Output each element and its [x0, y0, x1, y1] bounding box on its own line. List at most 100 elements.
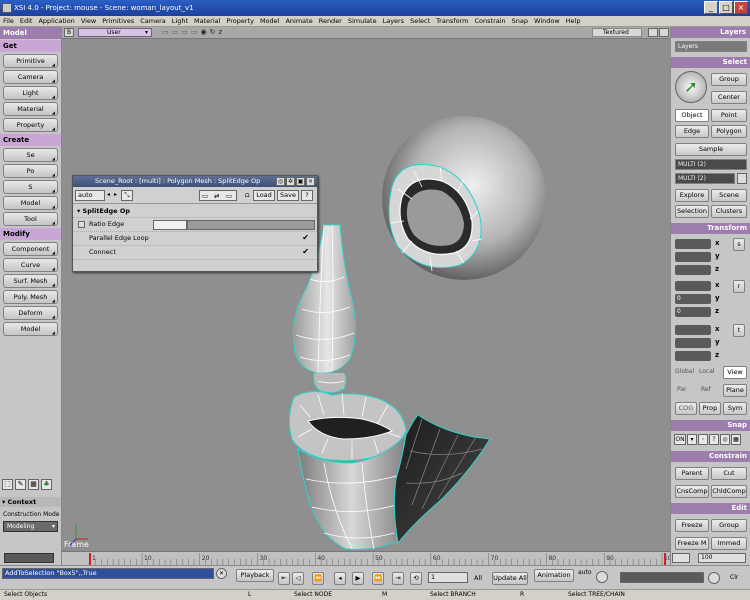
group-button[interactable]: Group	[711, 73, 747, 86]
edge-button[interactable]: Edge	[675, 125, 709, 138]
create-button-3[interactable]: S	[3, 180, 58, 194]
viewport-maximize-icon[interactable]	[648, 28, 658, 37]
timeline[interactable]: 1102030405060708090100	[62, 551, 670, 565]
scene-view[interactable]: Frame	[62, 39, 670, 551]
timeline-playhead[interactable]	[89, 553, 91, 565]
component-button[interactable]: Component	[3, 242, 58, 256]
select-arrow-icon[interactable]: ➚	[675, 71, 707, 103]
ppg-toggle-group[interactable]: ▭ ⇄ ▭	[199, 190, 237, 201]
global-option[interactable]: Global	[675, 368, 694, 375]
snap-on-button[interactable]: ON	[674, 434, 686, 445]
par-option[interactable]: Par	[677, 386, 687, 393]
viewport[interactable]: B User ▾ ▭ ▭ ▭ ▭ ◉ ↻ z Textured Frame Sc…	[62, 27, 670, 551]
primitive-button[interactable]: Primitive	[3, 54, 58, 68]
selection-field-icon[interactable]	[737, 173, 747, 184]
ppg-toggle-b-icon[interactable]: ⇄	[214, 192, 219, 200]
maximize-button[interactable]: □	[719, 1, 733, 14]
pan-icon[interactable]: ▭	[172, 28, 179, 36]
menu-transform[interactable]: Transform	[436, 17, 468, 25]
frame-icon[interactable]: ▭	[191, 28, 198, 36]
create-button-1[interactable]: Se	[3, 148, 58, 162]
menu-light[interactable]: Light	[172, 17, 188, 25]
ppg-close-icon[interactable]: ×	[306, 177, 315, 186]
clear-label[interactable]: Clr	[730, 574, 738, 581]
rotate-z-field[interactable]: 0	[675, 307, 711, 317]
camera-select[interactable]: User ▾	[78, 28, 152, 37]
snap-vertex-icon[interactable]: ◦	[698, 434, 708, 445]
layer-select[interactable]: Layers	[675, 41, 747, 52]
surf-mesh-button[interactable]: Surf. Mesh	[3, 274, 58, 288]
scale-button[interactable]: s	[733, 238, 745, 251]
zoom-z-icon[interactable]: z	[218, 28, 222, 36]
ppg-toggle-a-icon[interactable]: ▭	[202, 192, 208, 200]
curve-button[interactable]: Curve	[3, 258, 58, 272]
prev-frame-button[interactable]: ◂	[334, 572, 346, 585]
rotate-icon[interactable]: ↻	[210, 28, 216, 36]
immed-button[interactable]: Immed	[711, 537, 747, 550]
menu-view[interactable]: View	[81, 17, 96, 25]
snap-surface-icon[interactable]: ◎	[720, 434, 730, 445]
ratio-animate-icon[interactable]	[78, 221, 85, 228]
chldcomp-button[interactable]: ChldComp	[711, 485, 747, 498]
all-label[interactable]: All	[474, 574, 482, 582]
menu-window[interactable]: Window	[534, 17, 560, 25]
first-frame-button[interactable]: ⇤	[278, 572, 290, 585]
menu-material[interactable]: Material	[194, 17, 220, 25]
model-toolbar-tab[interactable]: Model	[0, 27, 61, 39]
rotate-y-field[interactable]: 0	[675, 294, 711, 304]
rewind-button[interactable]: ⏪	[312, 572, 324, 585]
display-mode-select[interactable]: Textured	[592, 28, 642, 37]
scene-button[interactable]: Scene	[711, 189, 747, 202]
cog-button[interactable]: COG	[675, 402, 697, 415]
scale-z-field[interactable]	[675, 265, 711, 275]
parent-button[interactable]: Parent	[675, 467, 709, 480]
object-button[interactable]: Object	[675, 109, 709, 122]
ratio-edge-slider[interactable]	[187, 220, 315, 230]
auto-key-label[interactable]: auto	[578, 569, 592, 576]
ratio-edge-value[interactable]	[153, 220, 187, 230]
mouth-mesh[interactable]	[288, 391, 407, 550]
animation-option-icon[interactable]	[708, 572, 720, 584]
rotate-x-field[interactable]	[675, 281, 711, 291]
viewport-close-icon[interactable]	[659, 28, 669, 37]
auto-select[interactable]: auto	[75, 190, 105, 201]
parallel-edge-loop-checkbox[interactable]: ✔	[302, 233, 309, 242]
viewport-menu-icon[interactable]: B	[64, 28, 74, 37]
script-command-line[interactable]: AddToSelection "Box5",,True	[2, 568, 214, 579]
cnscomp-button[interactable]: CnsComp	[675, 485, 709, 498]
construction-mode-select[interactable]: Modeling ▾	[3, 521, 58, 532]
last-frame-button[interactable]: ⇥	[392, 572, 404, 585]
timeline-range-icon[interactable]	[672, 553, 690, 563]
tool-button[interactable]: Tool	[3, 212, 58, 226]
poly-mesh-button[interactable]: Poly. Mesh	[3, 290, 58, 304]
palette-icon[interactable]: ⬚	[2, 479, 13, 490]
animation-value-field[interactable]	[620, 572, 704, 583]
freeze-m-button[interactable]: Freeze M	[675, 537, 709, 550]
save-button[interactable]: Save	[277, 190, 299, 201]
point-button[interactable]: Point	[711, 109, 747, 122]
modify-model-button[interactable]: Model	[3, 322, 58, 336]
splitedge-property-editor[interactable]: Scene_Root : [multi] : Polygon Mesh : Sp…	[72, 175, 318, 272]
polygon-button[interactable]: Polygon	[711, 125, 747, 138]
menu-model[interactable]: Model	[260, 17, 280, 25]
fast-forward-button[interactable]: ⏩	[372, 572, 384, 585]
jaw-sheet-mesh[interactable]	[393, 414, 491, 545]
prev-key-button[interactable]: ◁	[292, 572, 304, 585]
plant-icon[interactable]: ♣	[41, 479, 52, 490]
menu-render[interactable]: Render	[319, 17, 342, 25]
ppg-pin-icon[interactable]: ◎	[276, 177, 285, 186]
local-option[interactable]: Local	[699, 368, 715, 375]
next-arrow-icon[interactable]: ▸	[114, 191, 117, 198]
script-editor-icon[interactable]: ✕	[216, 568, 227, 579]
freeze-button[interactable]: Freeze	[675, 519, 709, 532]
pick-icon[interactable]: ⤡	[121, 190, 133, 201]
sample-button[interactable]: Sample	[675, 143, 747, 156]
menu-application[interactable]: Application	[38, 17, 74, 25]
snap-point-icon[interactable]: ▾	[687, 434, 697, 445]
load-button[interactable]: Load	[253, 190, 275, 201]
snap-grid-icon[interactable]: ▦	[731, 434, 741, 445]
prev-arrow-icon[interactable]: ◂	[107, 191, 110, 198]
explore-button[interactable]: Explore	[675, 189, 709, 202]
edit-group-button[interactable]: Group	[711, 519, 747, 532]
current-frame-field[interactable]: 1	[428, 572, 468, 583]
